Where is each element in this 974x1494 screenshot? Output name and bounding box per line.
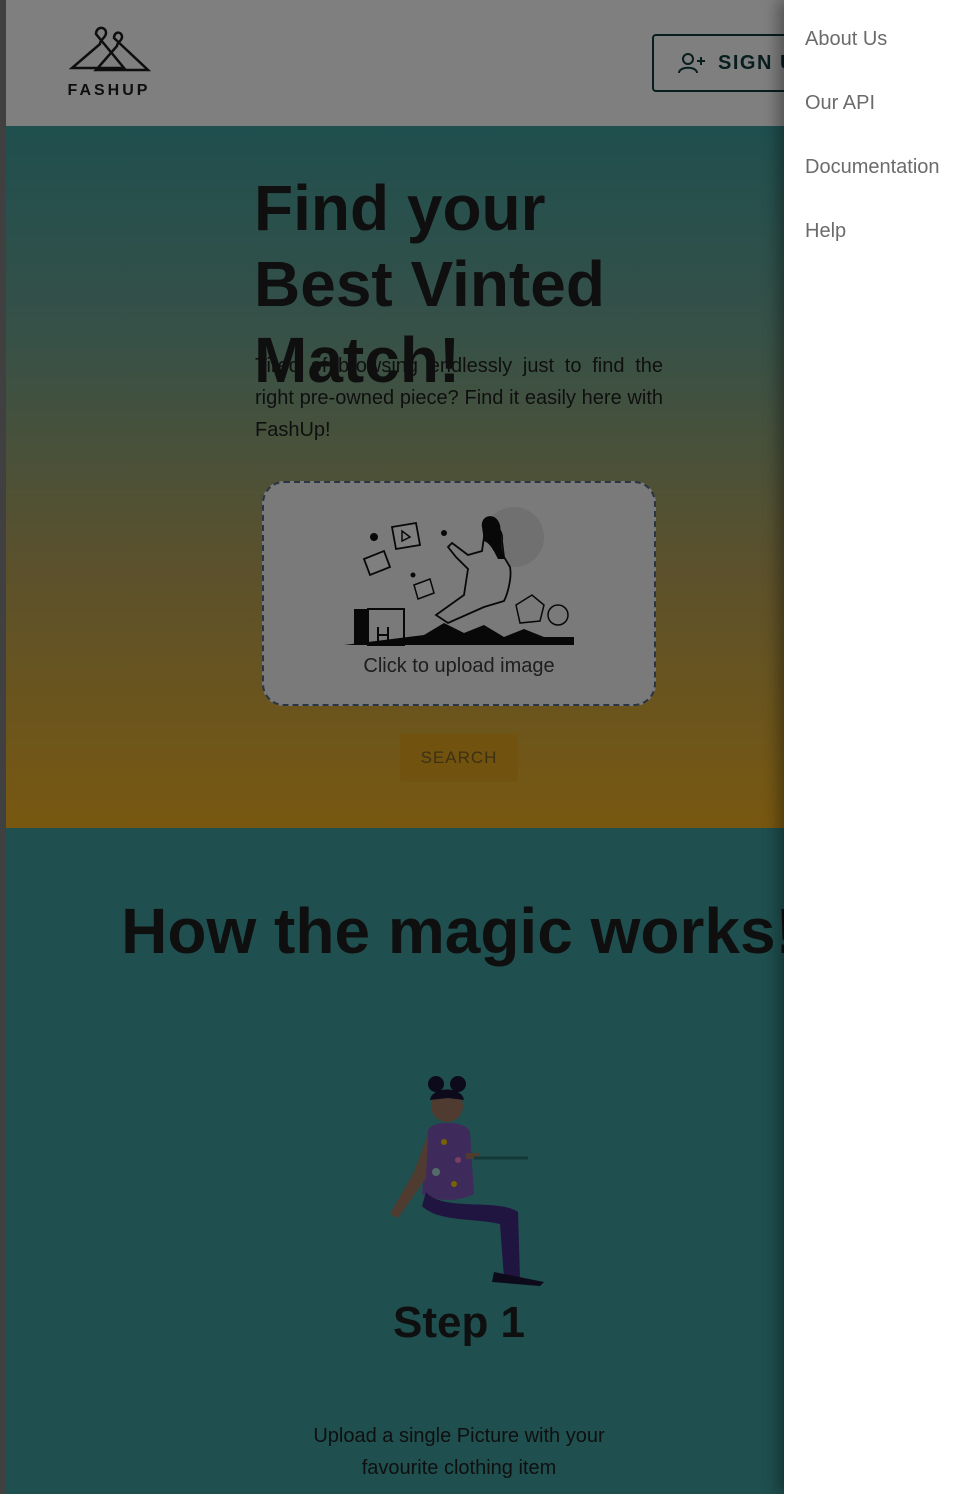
drawer-item-about-us[interactable]: About Us [805, 28, 887, 51]
drawer-item-documentation[interactable]: Documentation [805, 156, 940, 179]
drawer-item-our-api[interactable]: Our API [805, 92, 875, 115]
drawer-item-help[interactable]: Help [805, 220, 846, 243]
side-drawer-menu: About Us Our API Documentation Help [784, 0, 974, 1494]
